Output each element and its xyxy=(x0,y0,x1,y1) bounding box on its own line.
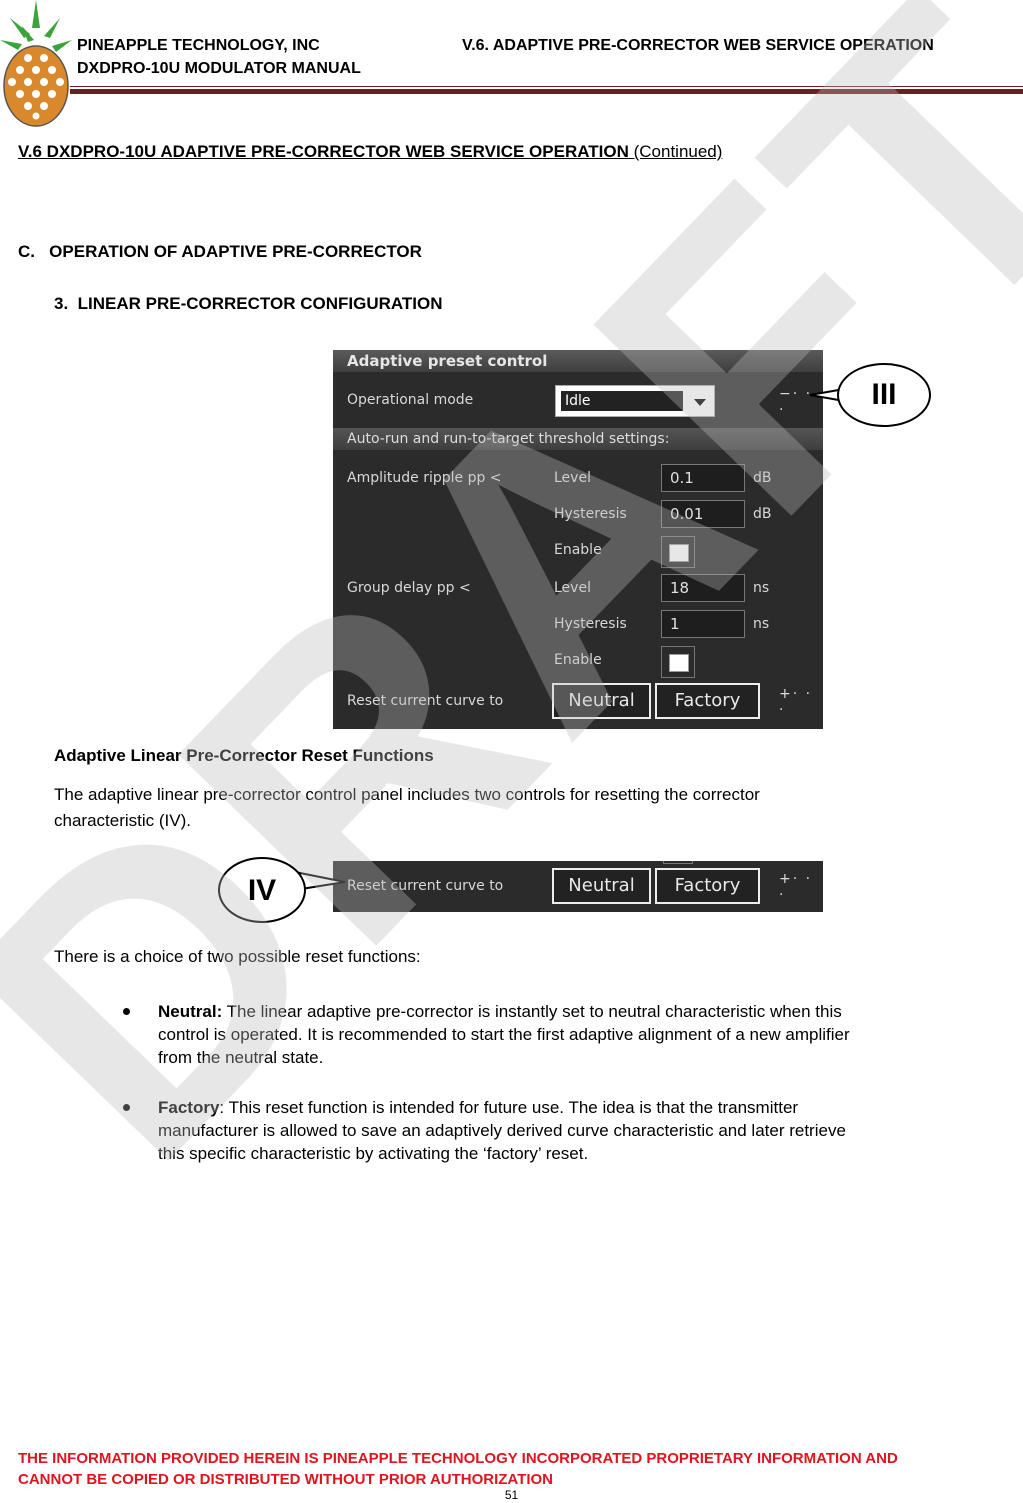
operational-mode-value: Idle xyxy=(561,391,683,411)
bullet-factory-line1: This reset function is intended for futu… xyxy=(224,1098,799,1117)
operational-mode-label: Operational mode xyxy=(347,392,474,408)
footer-line1: THE INFORMATION PROVIDED HEREIN IS PINEA… xyxy=(18,1450,898,1467)
header-company: PINEAPPLE TECHNOLOGY, INC xyxy=(77,37,320,54)
header-rule-thick xyxy=(70,89,1023,94)
amplitude-hysteresis-label: Hysteresis xyxy=(554,506,627,522)
reset-curve-label-iv: Reset current curve to xyxy=(347,878,504,894)
amplitude-hysteresis-unit: dB xyxy=(753,506,772,522)
amplitude-level-input[interactable]: 0.1 xyxy=(661,464,745,492)
bullet-factory: Factory: This reset function is intended… xyxy=(158,1096,846,1165)
neutral-button[interactable]: Neutral xyxy=(552,683,651,719)
amplitude-level-unit: dB xyxy=(753,470,772,486)
footer-line2: CANNOT BE COPIED OR DISTRIBUTED WITHOUT … xyxy=(18,1471,553,1488)
panel-title: Adaptive preset control xyxy=(333,350,823,372)
adaptive-preset-control-panel: Adaptive preset control Operational mode… xyxy=(333,350,823,729)
bullet-icon xyxy=(123,1104,130,1111)
amplitude-enable-checkbox[interactable] xyxy=(661,536,695,568)
section-title-text: V.6 DXDPRO-10U ADAPTIVE PRE-CORRECTOR WE… xyxy=(18,142,629,161)
threshold-header: Auto-run and run-to-target threshold set… xyxy=(333,428,823,450)
amplitude-enable-label: Enable xyxy=(554,542,602,558)
factory-button[interactable]: Factory xyxy=(655,683,760,719)
item-heading: 3. LINEAR PRE-CORRECTOR CONFIGURATION xyxy=(54,294,443,313)
amplitude-ripple-label: Amplitude ripple pp < xyxy=(347,470,502,486)
reset-intro-line1: The adaptive linear pre-corrector contro… xyxy=(54,785,760,804)
group-delay-label: Group delay pp < xyxy=(347,580,471,596)
header-section-ref: V.6. ADAPTIVE PRE-CORRECTOR WEB SERVICE … xyxy=(462,37,934,54)
group-delay-level-unit: ns xyxy=(753,580,770,596)
group-delay-enable-checkbox[interactable] xyxy=(661,646,695,678)
group-delay-hysteresis-label: Hysteresis xyxy=(554,616,627,632)
header-rule xyxy=(70,86,1023,87)
bullet-factory-line2: manufacturer is allowed to save an adapt… xyxy=(158,1121,846,1140)
callout-iii: III xyxy=(837,363,931,427)
neutral-button-iv[interactable]: Neutral xyxy=(552,868,651,904)
footer-notice: THE INFORMATION PROVIDED HEREIN IS PINEA… xyxy=(18,1448,898,1490)
chevron-down-icon xyxy=(694,399,706,406)
group-delay-enable-label: Enable xyxy=(554,652,602,668)
bullet-icon xyxy=(123,1008,130,1015)
group-delay-level-input[interactable]: 18 xyxy=(661,574,745,602)
bullet-factory-line3: this specific characteristic by activati… xyxy=(158,1144,589,1163)
amplitude-hysteresis-input[interactable]: 0.01 xyxy=(661,500,745,528)
group-delay-hysteresis-input[interactable]: 1 xyxy=(661,610,745,638)
header-manual: DXDPRO-10U MODULATOR MANUAL xyxy=(77,60,361,77)
bullet-neutral-term: Neutral: xyxy=(158,1002,223,1021)
bullet-factory-term: Factory xyxy=(158,1098,220,1117)
section-continued: (Continued) xyxy=(633,142,723,161)
page-number: 51 xyxy=(504,1488,519,1502)
reset-controls-strip: Reset current curve to Neutral Factory +… xyxy=(333,861,823,912)
operational-mode-select[interactable]: Idle xyxy=(555,385,715,417)
pineapple-logo xyxy=(0,0,72,127)
expand-toggle[interactable]: +· · · xyxy=(779,686,823,718)
group-delay-hysteresis-unit: ns xyxy=(753,616,770,632)
reset-intro-line2: characteristic (IV). xyxy=(54,811,191,830)
section-title: V.6 DXDPRO-10U ADAPTIVE PRE-CORRECTOR WE… xyxy=(18,142,722,162)
bullet-neutral: Neutral: The linear adaptive pre-correct… xyxy=(158,1000,850,1069)
bullet-neutral-line3: from the neutral state. xyxy=(158,1048,324,1067)
amplitude-level-label: Level xyxy=(554,470,591,486)
subsection-heading: C. OPERATION OF ADAPTIVE PRE-CORRECTOR xyxy=(18,242,422,261)
reset-curve-label: Reset current curve to xyxy=(347,693,504,709)
reset-functions-heading: Adaptive Linear Pre-Corrector Reset Func… xyxy=(54,746,434,765)
bullet-neutral-line1: The linear adaptive pre-corrector is ins… xyxy=(222,1002,842,1021)
choice-text: There is a choice of two possible reset … xyxy=(54,947,421,966)
expand-toggle-iv[interactable]: +· · · xyxy=(779,871,823,903)
factory-button-iv[interactable]: Factory xyxy=(655,868,760,904)
checkbox-remnant xyxy=(663,861,693,864)
group-delay-level-label: Level xyxy=(554,580,591,596)
bullet-neutral-line2: control is operated. It is recommended t… xyxy=(158,1025,850,1044)
callout-iv: IV xyxy=(218,857,306,923)
